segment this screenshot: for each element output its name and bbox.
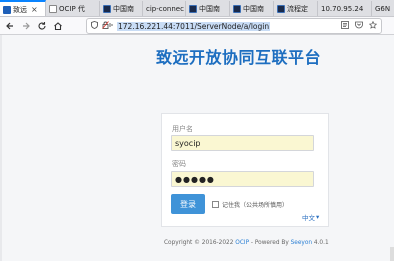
platform-title: 致远开放协同互联平台 <box>156 48 322 67</box>
pocket-icon[interactable] <box>355 21 363 31</box>
tab-cip-connect[interactable]: cip-connec <box>143 1 186 16</box>
url-text[interactable]: 172.16.221.44:7011/ServerNode/a/login <box>117 21 271 31</box>
login-button[interactable]: 登录 <box>171 194 205 214</box>
tab-csg-2[interactable]: 中国南 <box>186 1 230 16</box>
csg-icon <box>277 5 285 13</box>
chevron-down-icon: ▾ <box>316 213 320 221</box>
language-label: 中文 <box>302 214 315 222</box>
ocip-link[interactable]: OCIP <box>235 240 249 246</box>
tab-g6n[interactable]: G6N <box>372 1 394 16</box>
insecure-lock-icon[interactable] <box>102 21 113 31</box>
footer-middle: - Powered By <box>249 240 291 246</box>
browser-tab-strip: 致远 × OCIP 代 中国南 cip-connec 中国南 中国南 流程定 1… <box>0 0 394 17</box>
tab-ip[interactable]: 10.70.95.24 <box>318 1 372 16</box>
scroll-corner <box>390 247 394 261</box>
tab-process-def[interactable]: 流程定 <box>274 1 318 16</box>
csg-icon <box>189 5 197 13</box>
left-edge <box>0 35 2 261</box>
bookmark-star-icon[interactable] <box>368 20 378 31</box>
tab-label: 致远 <box>13 5 27 14</box>
username-input[interactable]: syocip <box>171 135 314 151</box>
reload-icon[interactable] <box>35 19 48 32</box>
remember-me-checkbox[interactable] <box>212 201 219 208</box>
tab-label: OCIP 代 <box>59 5 85 13</box>
remember-me-label: 记住我（公共场所慎用） <box>222 202 289 209</box>
reader-view-icon[interactable] <box>341 21 349 31</box>
tab-label: 中国南 <box>199 5 220 13</box>
password-input[interactable]: ●●●●● <box>171 171 314 187</box>
username-label: 用户名 <box>172 125 193 133</box>
footer-version: 4.0.1 <box>312 240 329 246</box>
address-bar[interactable]: 172.16.221.44:7011/ServerNode/a/login <box>86 18 382 34</box>
close-icon[interactable]: × <box>31 5 38 14</box>
seeyon-icon <box>3 5 11 14</box>
password-label: 密码 <box>172 160 186 168</box>
tab-label: 流程定 <box>287 5 308 13</box>
language-select[interactable]: 中文 ▾ <box>302 212 319 222</box>
tab-label: cip-connec <box>146 5 184 13</box>
footer-prefix: Copyright © 2016-2022 <box>164 240 236 246</box>
remember-me[interactable]: 记住我（公共场所慎用） <box>212 200 288 209</box>
tab-label: 中国南 <box>113 5 134 13</box>
tab-label: G6N <box>375 5 391 13</box>
back-icon[interactable] <box>3 19 16 32</box>
tab-csg-1[interactable]: 中国南 <box>100 1 143 16</box>
shield-icon[interactable] <box>91 21 98 31</box>
tab-label: 10.70.95.24 <box>321 5 364 13</box>
globe-icon <box>49 5 57 13</box>
browser-navbar: 172.16.221.44:7011/ServerNode/a/login <box>0 17 394 35</box>
csg-icon <box>233 5 241 13</box>
tab-csg-3[interactable]: 中国南 <box>230 1 274 16</box>
tab-label: 中国南 <box>243 5 264 13</box>
copyright-footer: Copyright © 2016-2022 OCIP - Powered By … <box>164 240 329 246</box>
tab-ocip[interactable]: OCIP 代 <box>46 1 100 16</box>
forward-icon[interactable] <box>19 19 32 32</box>
home-icon[interactable] <box>51 19 64 32</box>
tab-seeyon[interactable]: 致远 × <box>0 0 46 16</box>
seeyon-link[interactable]: Seeyon <box>291 240 312 246</box>
csg-icon <box>103 5 111 13</box>
